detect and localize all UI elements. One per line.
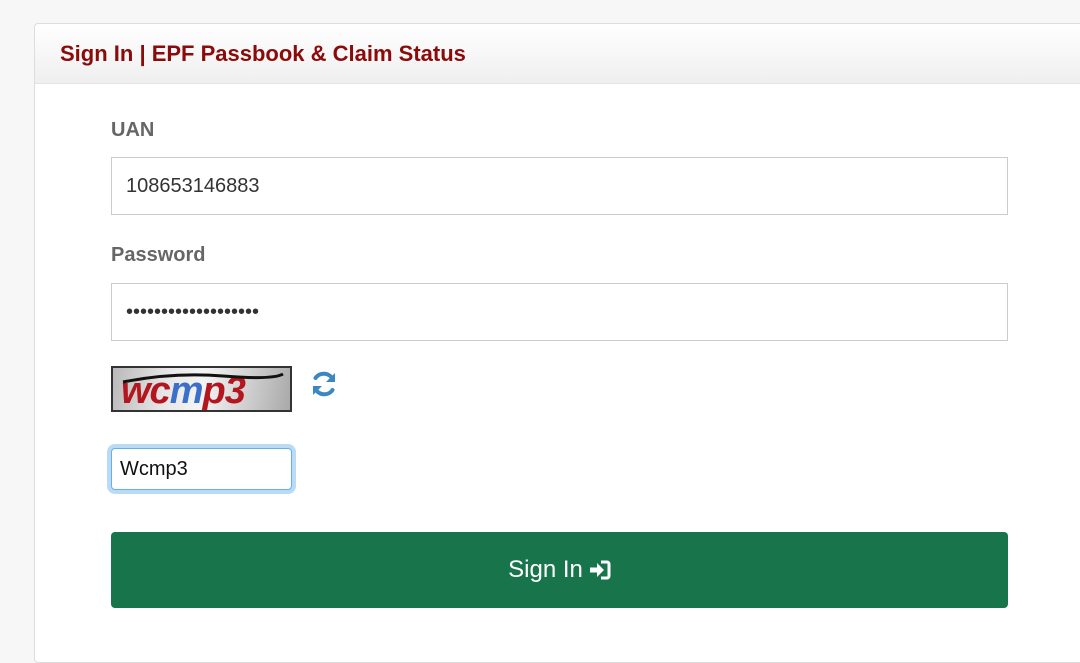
captcha-image: wcmp3 [111, 366, 292, 412]
sign-in-button[interactable]: Sign In [111, 532, 1008, 608]
sign-in-icon [589, 560, 611, 580]
refresh-icon[interactable] [309, 369, 339, 399]
sign-in-label: Sign In [508, 556, 583, 583]
captcha-input[interactable] [111, 448, 292, 490]
uan-label: UAN [111, 119, 155, 141]
password-input[interactable] [111, 283, 1008, 341]
signin-panel: Sign In | EPF Passbook & Claim Status UA… [34, 23, 1080, 663]
uan-input[interactable] [111, 157, 1008, 215]
password-label: Password [111, 244, 206, 266]
panel-heading: Sign In | EPF Passbook & Claim Status [35, 24, 1080, 84]
page-title: Sign In | EPF Passbook & Claim Status [60, 40, 466, 66]
